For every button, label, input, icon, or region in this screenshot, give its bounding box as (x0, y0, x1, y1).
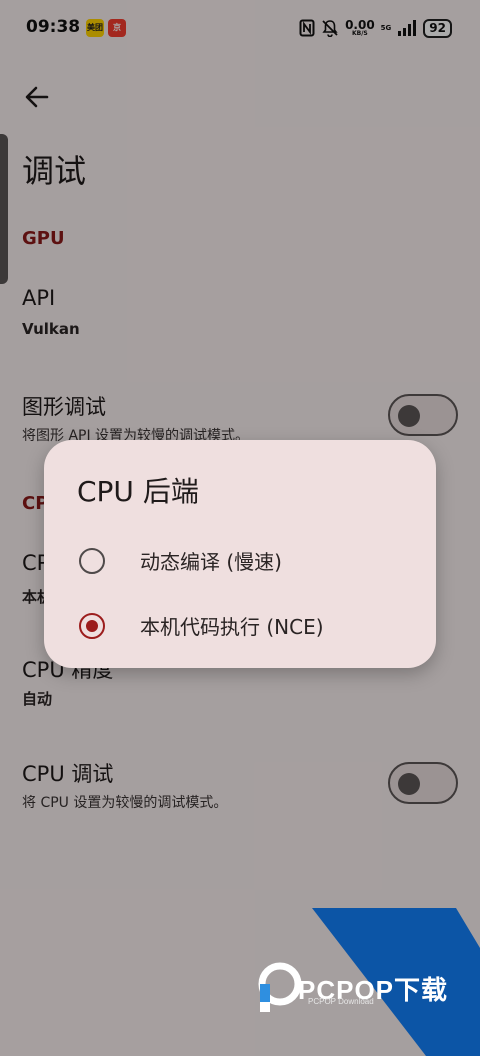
watermark-subtext: PCPOP Download (308, 997, 374, 1006)
watermark-banner (312, 908, 480, 1056)
pcpop-logo-icon (258, 962, 302, 1012)
